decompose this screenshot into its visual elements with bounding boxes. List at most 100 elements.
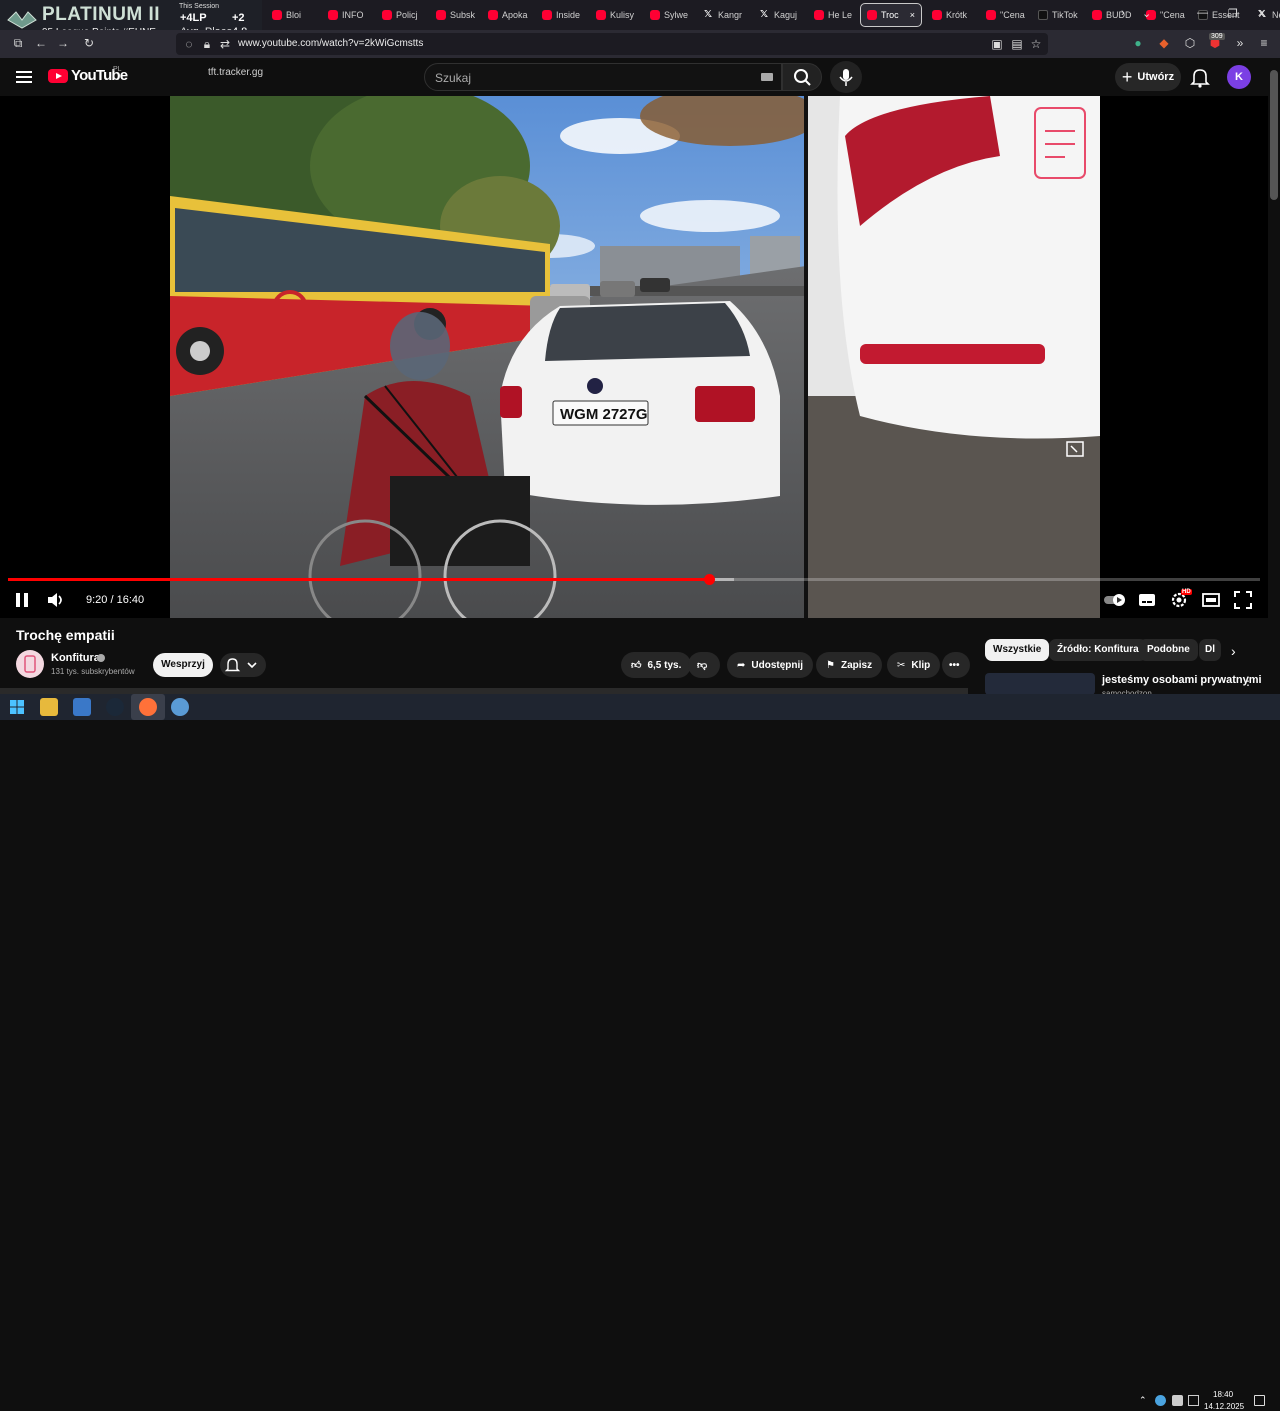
share-label: Udostępnij [751,659,804,671]
extension-shield-icon[interactable]: ● [1131,36,1145,50]
save-button[interactable]: ⚑ Zapisz [816,652,883,678]
shield-icon[interactable]: ◌ [182,37,196,51]
search-input[interactable]: Szukaj [424,63,782,91]
browser-tab[interactable]: Troc × [860,3,922,27]
support-button[interactable]: Wesprzyj [153,653,213,677]
guide-menu-icon[interactable] [16,70,32,84]
browser-tab[interactable]: 𝕏 Kangr [698,3,750,27]
dislike-button[interactable]: 👎︎ [688,652,720,678]
window-minimize-icon[interactable]: — [1197,7,1208,19]
progress-bar[interactable] [8,574,1260,585]
fullscreen-icon[interactable] [1233,590,1253,610]
bookmark-icon: ⚑ [826,659,835,671]
tab-label: BUDD [1106,10,1132,20]
hamburger-menu-icon[interactable]: ≡ [1257,36,1271,50]
verified-badge-icon [97,654,105,662]
browser-tab[interactable]: Sylwe [644,3,694,27]
tab-label: Kangr [718,10,743,20]
chips-next-icon[interactable]: › [1231,643,1236,659]
onedrive-icon[interactable] [1155,1395,1166,1406]
tab-label: Troc [881,10,899,20]
subscribed-notifications-button[interactable] [220,653,266,677]
chip-related[interactable]: Podobne [1139,639,1198,661]
overflow-menu-icon[interactable]: » [1233,36,1247,50]
browser-tab[interactable]: Bloi [266,3,318,27]
browser-tab[interactable]: Krótk [926,3,976,27]
browser-tab[interactable]: Inside [536,3,586,27]
permissions-icon[interactable]: ⇄ [218,37,232,51]
subtitles-icon[interactable] [1137,590,1157,610]
clock-time[interactable]: 18:40 [1213,1390,1233,1399]
notifications-icon[interactable] [1254,1395,1265,1406]
file-explorer-icon[interactable] [40,698,58,716]
extensions-puzzle-icon[interactable]: ⬡ [1183,36,1197,50]
scrollbar-thumb[interactable] [1270,70,1278,200]
browser-tab[interactable]: Policj [376,3,426,27]
search-button[interactable] [782,63,822,91]
channel-avatar[interactable] [16,650,44,678]
recommendation-menu-icon[interactable]: ⋮ [1242,674,1254,688]
picture-in-picture-icon[interactable]: ▣ [990,37,1004,51]
chip-all[interactable]: Wszystkie [985,639,1050,661]
address-bar[interactable]: ◌ 🔒︎ ⇄ www.youtube.com/watch?v=2kWiGcmst… [176,33,1048,55]
picture-in-picture-icon[interactable] [1066,441,1084,457]
firefox-taskbar-button[interactable] [131,694,165,720]
browser-tab[interactable]: BUDD [1086,3,1136,27]
windows-start-icon[interactable] [8,698,26,716]
pause-icon[interactable] [12,590,32,610]
recommendation-thumbnail[interactable] [985,673,1095,695]
youtube-icon [650,10,660,20]
reload-icon[interactable]: ↻ [82,36,96,50]
tray-overflow-icon[interactable]: ⌃ [1139,1395,1150,1406]
theater-mode-icon[interactable] [1201,590,1221,610]
channel-name[interactable]: Konfitura [51,652,100,664]
bookmark-star-icon[interactable]: ☆ [1029,37,1043,51]
page-scrollbar[interactable] [1268,58,1280,694]
video-frame[interactable]: WGM 2727G [170,96,1100,618]
window-close-icon[interactable]: ✕ [1257,7,1266,20]
clock-date[interactable]: 14.12.2025 [1204,1402,1244,1411]
create-label: Utwórz [1137,71,1175,83]
desktop-app-icon[interactable] [73,698,91,716]
reader-view-icon[interactable]: ▤ [1010,37,1024,51]
app-icon[interactable] [171,698,189,716]
browser-tab[interactable]: "Cena [980,3,1028,27]
lock-icon[interactable]: 🔒︎ [200,37,214,51]
extension-fox-icon[interactable]: ◆ [1157,36,1171,50]
browser-tab[interactable]: Kulisy [590,3,640,27]
chip-from-channel[interactable]: Źródło: Konfitura [1049,639,1147,661]
browser-tab[interactable]: Apoka [482,3,532,27]
keyboard-icon[interactable] [761,73,773,81]
notifications-bell-icon[interactable] [1189,66,1211,88]
close-tab-icon[interactable]: × [910,10,915,20]
back-icon[interactable]: ← [34,36,48,50]
volume-icon[interactable] [46,590,66,610]
like-button[interactable]: 👍︎ 6,5 tys. [621,652,692,678]
browser-tab[interactable]: Subsk [430,3,478,27]
clip-button[interactable]: ✂ Klip [887,652,941,678]
steam-icon[interactable] [106,698,124,716]
mic-tray-icon[interactable] [1172,1395,1183,1406]
create-button[interactable]: + Utwórz [1115,63,1181,91]
display-tray-icon[interactable] [1188,1395,1199,1406]
share-button[interactable]: ➦ Udostępnij [727,652,814,678]
autoplay-toggle-icon[interactable] [1103,590,1127,610]
browser-tab[interactable]: 𝕏 Kaguj [754,3,804,27]
browser-tab[interactable]: He Le [808,3,856,27]
more-actions-button[interactable]: ••• [942,652,970,678]
account-avatar[interactable]: K [1227,65,1251,89]
chip-more[interactable]: Dl [1199,639,1221,661]
url-text[interactable]: www.youtube.com/watch?v=2kWiGcmstts [238,38,423,49]
video-player[interactable]: WGM 2727G 9:20 / 16:40 HD [0,96,1268,618]
plus-icon: + [1121,67,1133,87]
browser-tab[interactable]: TikTok [1032,3,1082,27]
browser-tab[interactable]: INFO [322,3,372,27]
tab-list-dropdown-icon[interactable]: ⌄ [1142,7,1151,20]
sidebar-toggle-icon[interactable]: ⧉ [11,36,25,50]
recommendation-title[interactable]: jesteśmy osobami prywatnymi [1102,674,1262,686]
forward-icon[interactable]: → [56,36,70,50]
tabs-scroll-right-icon[interactable]: › [1121,7,1125,19]
voice-search-button[interactable] [830,61,862,93]
tab-label: INFO [342,10,364,20]
window-restore-icon[interactable]: ❐ [1228,7,1238,20]
